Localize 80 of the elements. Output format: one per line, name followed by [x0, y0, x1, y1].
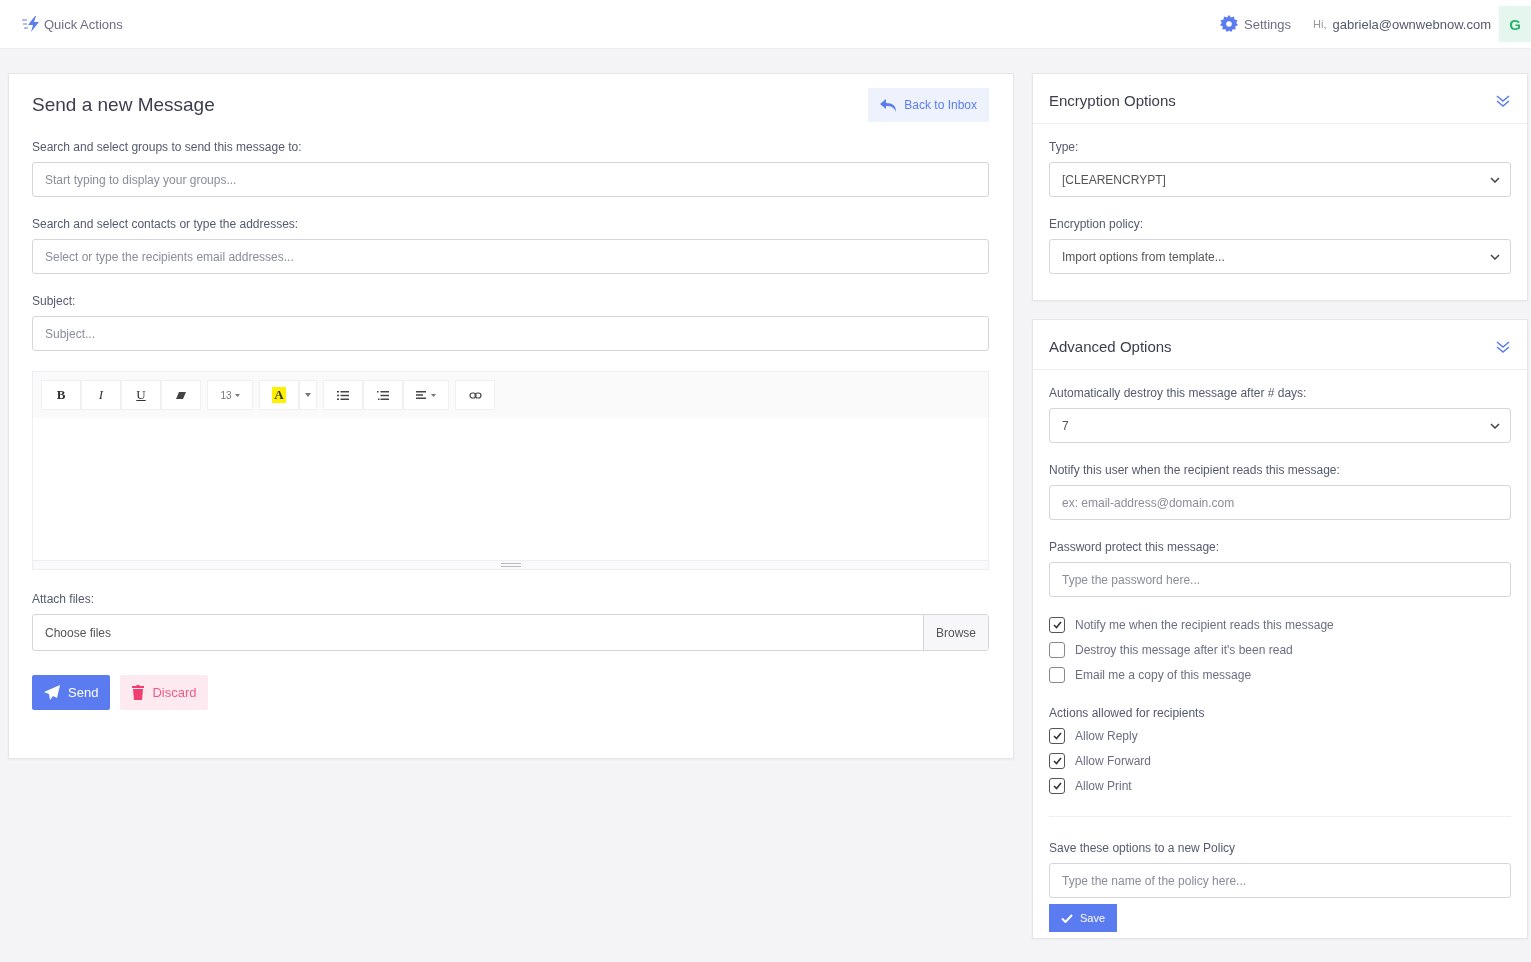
field-label: Password protect this message:: [1049, 540, 1221, 554]
underline-button[interactable]: U: [121, 380, 161, 410]
check-icon: [1061, 913, 1073, 923]
save-button[interactable]: Save: [1049, 904, 1118, 932]
check-icon: [1052, 732, 1062, 740]
align-icon: [416, 391, 436, 399]
checkbox[interactable]: [1049, 728, 1065, 744]
check-icon: [1052, 621, 1062, 629]
quick-actions-link[interactable]: Quick Actions: [44, 16, 123, 32]
caret-icon: [234, 393, 240, 397]
text-color-button[interactable]: A: [259, 380, 299, 410]
checkbox-label: Allow Forward: [1075, 754, 1152, 768]
field-label: Encryption policy:: [1049, 217, 1145, 231]
input-field[interactable]: Select or type the recipients email addresses...: [32, 239, 989, 274]
input-field[interactable]: Type the name of the policy here...: [1049, 863, 1511, 898]
bullets-button[interactable]: [323, 380, 363, 410]
checkbox-label: Email me a copy of this message: [1075, 668, 1252, 682]
checkbox[interactable]: [1049, 753, 1065, 769]
italic-button[interactable]: I: [81, 380, 121, 410]
caret-icon: [305, 393, 311, 397]
settings-icon[interactable]: [1220, 15, 1239, 33]
checkbox-label: Allow Reply: [1075, 729, 1138, 743]
input-field[interactable]: ex: email-address@domain.com: [1049, 485, 1511, 520]
panel-title: Encryption Options: [1049, 92, 1176, 109]
paper-plane-icon: [44, 685, 60, 700]
input-field[interactable]: Subject...: [32, 316, 989, 351]
resize-handle-icon[interactable]: [500, 563, 521, 567]
back-to-inbox-button[interactable]: Back to Inbox: [868, 88, 989, 122]
select-field[interactable]: [CLEARENCRYPT]: [1049, 162, 1511, 197]
select-field[interactable]: 7: [1049, 408, 1511, 443]
chevron-icon[interactable]: [1495, 339, 1511, 354]
input-field[interactable]: Type the password here...: [1049, 562, 1511, 597]
checkbox-label: Notify me when the recipient reads this message: [1075, 618, 1334, 632]
field-label: Attach files:: [32, 592, 96, 606]
font-size-button[interactable]: 13: [207, 380, 253, 410]
checkbox-label: Allow Print: [1075, 779, 1132, 793]
select-field[interactable]: Import options from template...: [1049, 239, 1511, 274]
bold-button[interactable]: B: [41, 380, 81, 410]
lightning-icon: [22, 16, 42, 32]
numbers-button[interactable]: [363, 380, 403, 410]
panel-title: Advanced Options: [1049, 338, 1172, 355]
section-label: Actions allowed for recipients: [1049, 706, 1206, 720]
greeting-text: Hi,: [1313, 18, 1327, 30]
numbered-list-icon: [377, 390, 389, 400]
link-button[interactable]: [455, 380, 495, 410]
check-icon: [1052, 782, 1062, 790]
rich-text-editor[interactable]: B I U 13 A: [32, 371, 989, 570]
checkbox[interactable]: [1049, 642, 1065, 658]
caret-icon: [1490, 253, 1500, 260]
checkbox[interactable]: [1049, 667, 1065, 683]
eraser-button[interactable]: [161, 380, 201, 410]
field-label: Automatically destroy this message after # days:: [1049, 386, 1308, 400]
trash-icon: [132, 685, 145, 700]
checkbox-label: Destroy this message after it's been read: [1075, 643, 1293, 657]
align-button[interactable]: [403, 380, 449, 410]
caret-icon: [1490, 422, 1500, 429]
link-icon: [468, 391, 482, 399]
send-button[interactable]: Send: [32, 675, 111, 710]
field-label: Search and select groups to send this message to:: [32, 140, 303, 154]
page-title: Send a new Message: [32, 94, 215, 116]
reply-arrow-icon: [880, 98, 897, 112]
check-icon: [1052, 757, 1062, 765]
color-dropdown-button[interactable]: [299, 380, 317, 410]
field-label: Search and select contacts or type the addresses:: [32, 217, 300, 231]
eraser-icon: [176, 390, 186, 400]
field-label: Type:: [1049, 140, 1080, 154]
chevron-icon[interactable]: [1495, 93, 1511, 108]
settings-link[interactable]: Settings: [1244, 16, 1292, 32]
caret-icon: [1490, 176, 1500, 183]
field-label: Subject:: [32, 294, 77, 308]
checkbox[interactable]: [1049, 778, 1065, 794]
checkbox[interactable]: [1049, 617, 1065, 633]
field-label: Save these options to a new Policy: [1049, 841, 1237, 855]
input-field[interactable]: Start typing to display your groups...: [32, 162, 989, 197]
file-input[interactable]: Choose files Browse: [32, 614, 989, 651]
bullet-list-icon: [337, 390, 349, 400]
field-label: Notify this user when the recipient reads this message:: [1049, 463, 1341, 477]
browse-button[interactable]: Browse: [923, 615, 988, 650]
user-email: gabriela@ownwebnow.com: [1332, 16, 1491, 32]
file-placeholder: Choose files: [44, 624, 113, 642]
